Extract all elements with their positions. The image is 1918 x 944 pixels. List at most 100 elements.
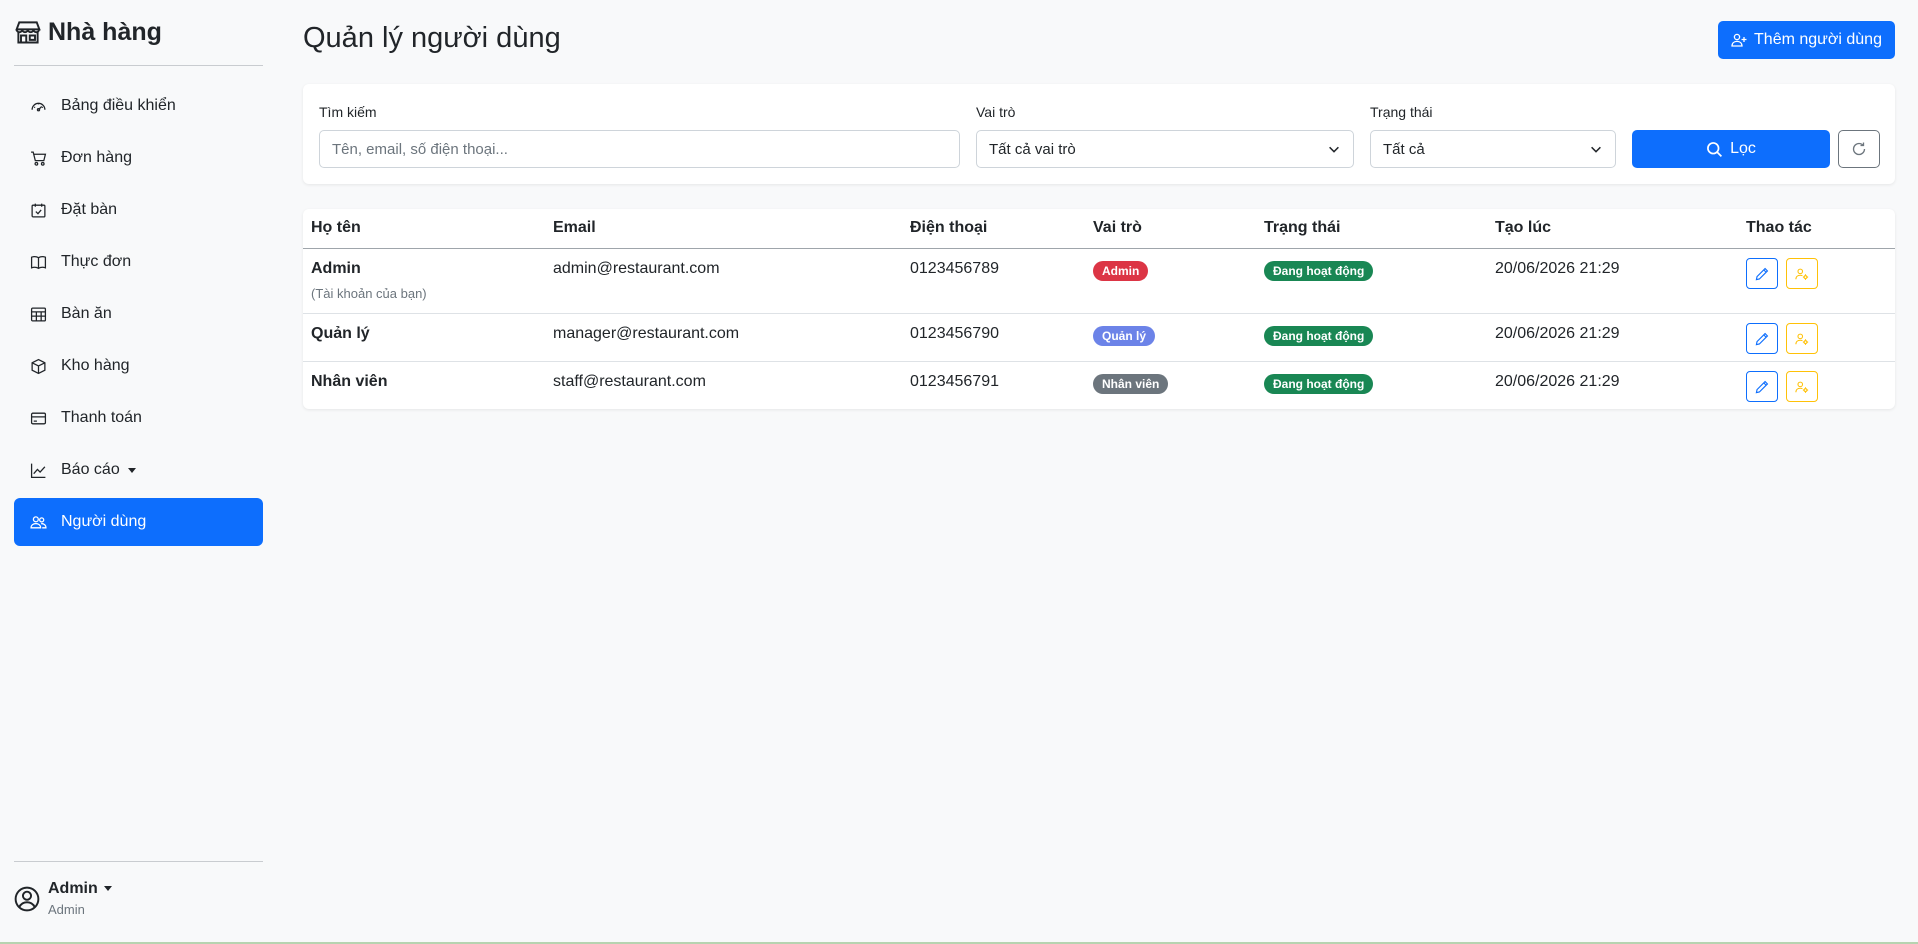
graph-icon xyxy=(30,463,46,478)
email-cell: staff@restaurant.com xyxy=(553,373,706,390)
box-icon xyxy=(31,358,46,374)
user-menu[interactable]: Admin Admin xyxy=(14,880,112,917)
sidebar-item-dashboard[interactable]: Bảng điều khiển xyxy=(14,82,263,130)
sidebar-item-label: Báo cáo xyxy=(61,461,120,478)
role-badge: Quản lý xyxy=(1093,326,1156,346)
sidebar-item-label: Thực đơn xyxy=(61,253,132,270)
person-gear-icon xyxy=(1795,381,1809,393)
cart-icon xyxy=(31,150,47,166)
created-cell: 20/06/2026 21:29 xyxy=(1495,260,1620,277)
user-name: Quản lý xyxy=(311,325,370,342)
sidebar-item-reports[interactable]: Báo cáo xyxy=(14,446,263,494)
sidebar-item-users[interactable]: Người dùng xyxy=(14,498,263,546)
email-cell: manager@restaurant.com xyxy=(553,325,740,342)
calendar-check-icon xyxy=(31,203,46,218)
column-header-role: Vai trò xyxy=(1093,219,1142,236)
column-header-actions: Thao tác xyxy=(1746,219,1812,236)
person-circle-icon xyxy=(14,886,40,911)
column-header-name: Họ tên xyxy=(311,219,361,236)
status-badge: Đang hoạt động xyxy=(1264,374,1374,394)
column-header-email: Email xyxy=(553,219,596,236)
user-name-cell: Admin (Tài khoản của bạn) xyxy=(311,260,427,301)
credit-card-icon xyxy=(30,412,47,424)
edit-user-button[interactable] xyxy=(1746,258,1778,289)
status-filter-label: Trạng thái xyxy=(1370,104,1433,120)
table-row: Quản lý manager@restaurant.com 012345679… xyxy=(303,314,1895,362)
chevron-down-icon xyxy=(1329,146,1339,153)
pencil-icon xyxy=(1755,332,1769,345)
created-cell: 20/06/2026 21:29 xyxy=(1495,373,1620,390)
phone-cell: 0123456791 xyxy=(910,373,999,390)
role-filter-select[interactable]: Tất cả vai trò xyxy=(976,130,1354,168)
role-filter-label: Vai trò xyxy=(976,104,1016,120)
status-filter-value: Tất cả xyxy=(1383,140,1425,158)
filter-panel: Tìm kiếm Tên, email, số điện thoại... Va… xyxy=(303,84,1895,184)
sidebar-divider xyxy=(14,65,263,66)
user-name: Admin xyxy=(48,880,112,898)
sidebar-nav: Bảng điều khiển Đơn hàng Đặt bàn Thực đơ… xyxy=(14,82,263,550)
phone-cell: 0123456789 xyxy=(910,260,999,277)
sidebar-item-label: Đơn hàng xyxy=(61,149,132,166)
edit-user-button[interactable] xyxy=(1746,323,1778,354)
add-user-label: Thêm người dùng xyxy=(1754,31,1882,48)
column-header-created: Tạo lúc xyxy=(1495,219,1552,236)
sidebar-item-menu[interactable]: Thực đơn xyxy=(14,238,263,286)
table-row: Nhân viên staff@restaurant.com 012345679… xyxy=(303,362,1895,409)
status-filter-select[interactable]: Tất cả xyxy=(1370,130,1616,168)
role-filter-value: Tất cả vai trò xyxy=(989,140,1076,158)
chevron-down-icon xyxy=(103,886,112,892)
created-cell: 20/06/2026 21:29 xyxy=(1495,325,1620,342)
email-cell: admin@restaurant.com xyxy=(553,260,720,277)
pencil-icon xyxy=(1755,267,1769,280)
sidebar-item-label: Kho hàng xyxy=(61,357,130,374)
pencil-icon xyxy=(1755,380,1769,393)
change-role-button[interactable] xyxy=(1786,323,1818,354)
filter-button[interactable]: Lọc xyxy=(1632,130,1830,168)
row-actions xyxy=(1746,323,1818,354)
add-user-button[interactable]: Thêm người dùng xyxy=(1718,21,1895,59)
brand[interactable]: Nhà hàng xyxy=(14,14,162,50)
phone-cell: 0123456790 xyxy=(910,325,999,342)
person-plus-icon xyxy=(1731,33,1747,47)
person-gear-icon xyxy=(1795,268,1809,280)
people-icon xyxy=(30,515,47,528)
sidebar-item-reservations[interactable]: Đặt bàn xyxy=(14,186,263,234)
sidebar-item-inventory[interactable]: Kho hàng xyxy=(14,342,263,390)
sidebar-item-label: Bàn ăn xyxy=(61,305,112,322)
sidebar-item-orders[interactable]: Đơn hàng xyxy=(14,134,263,182)
edit-user-button[interactable] xyxy=(1746,371,1778,402)
sidebar-item-label: Đặt bàn xyxy=(61,201,118,218)
speedometer-icon xyxy=(31,102,46,111)
user-name: Nhân viên xyxy=(311,373,388,390)
filter-button-label: Lọc xyxy=(1730,140,1756,157)
user-role: Admin xyxy=(48,902,85,917)
sidebar: Nhà hàng Bảng điều khiển Đơn hàng Đặt bà… xyxy=(0,0,278,944)
user-name: Admin xyxy=(311,260,361,277)
row-actions xyxy=(1746,371,1818,402)
role-badge: Admin xyxy=(1093,261,1149,281)
table-icon xyxy=(30,306,47,322)
table-header: Họ tên Email Điện thoại Vai trò Trạng th… xyxy=(303,209,1895,249)
search-label: Tìm kiếm xyxy=(319,104,377,120)
table-row: Admin (Tài khoản của bạn) admin@restaura… xyxy=(303,249,1895,314)
status-badge: Đang hoạt động xyxy=(1264,261,1374,281)
sidebar-item-label: Bảng điều khiển xyxy=(61,97,176,114)
column-header-status: Trạng thái xyxy=(1264,219,1341,236)
sidebar-item-payments[interactable]: Thanh toán xyxy=(14,394,263,442)
shop-icon xyxy=(15,21,41,44)
change-role-button[interactable] xyxy=(1786,371,1818,402)
search-icon xyxy=(1707,141,1723,157)
search-input[interactable]: Tên, email, số điện thoại... xyxy=(319,130,960,168)
book-icon xyxy=(30,255,47,269)
chevron-down-icon xyxy=(127,467,136,473)
page-title: Quản lý người dùng xyxy=(303,22,561,54)
row-actions xyxy=(1746,258,1818,289)
status-badge: Đang hoạt động xyxy=(1264,326,1374,346)
sidebar-item-label: Người dùng xyxy=(61,513,147,530)
sidebar-item-label: Thanh toán xyxy=(61,409,142,426)
change-role-button[interactable] xyxy=(1786,258,1818,289)
column-header-phone: Điện thoại xyxy=(910,219,988,236)
reset-filter-button[interactable] xyxy=(1838,130,1880,168)
refresh-icon xyxy=(1852,142,1866,156)
sidebar-item-tables[interactable]: Bàn ăn xyxy=(14,290,263,338)
